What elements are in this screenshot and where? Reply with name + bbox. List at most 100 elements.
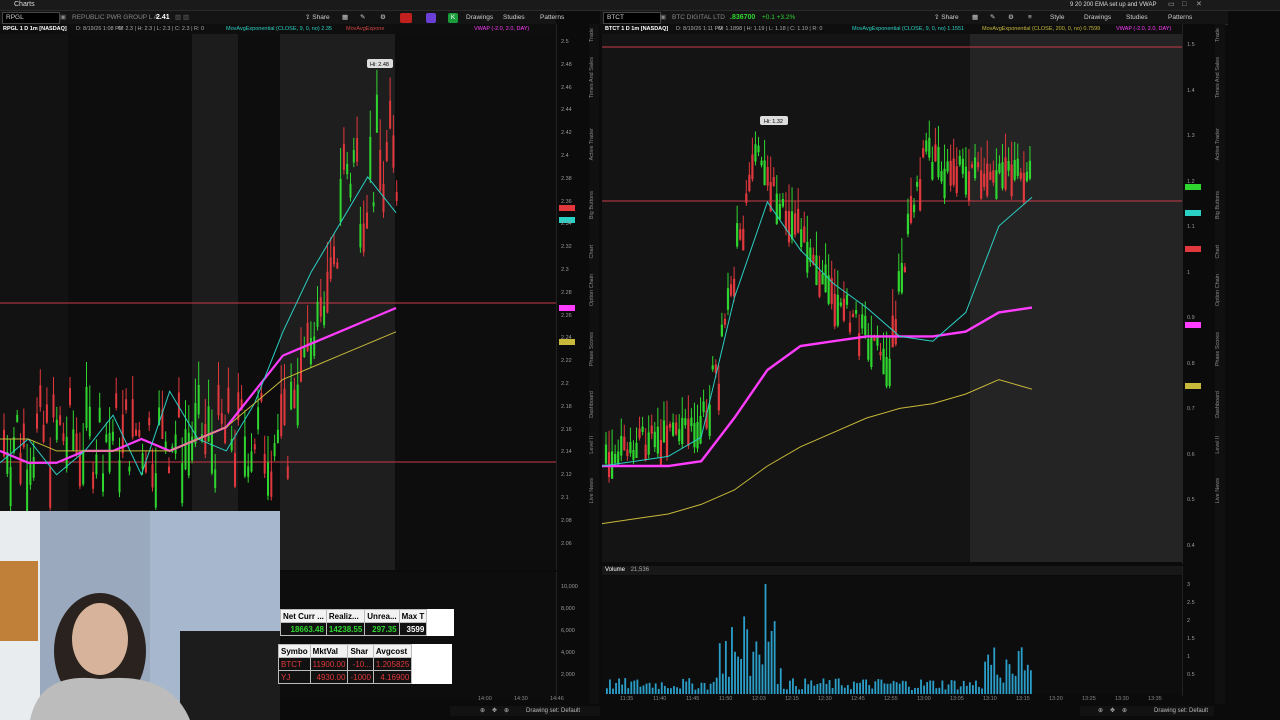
candle-body (375, 94, 378, 133)
side-tab[interactable]: Dashboard (589, 391, 599, 418)
right-symbol-input[interactable]: BTCT (603, 12, 661, 24)
side-tab[interactable]: Dashboard (1215, 391, 1225, 418)
side-tab[interactable]: Option Chain (589, 274, 599, 306)
left-depth-icon: ▥ ▥ (175, 14, 190, 21)
webcam-overlay (0, 511, 280, 720)
side-tab[interactable]: Level II (589, 436, 599, 454)
volume-bar (633, 680, 636, 694)
candle-body (952, 158, 955, 185)
candle-body (270, 471, 273, 497)
right-share-button[interactable]: ⇪ Share (934, 11, 959, 24)
left-symbol-input[interactable]: RPGL (2, 12, 60, 24)
side-tab[interactable]: Times And Sales (589, 57, 599, 98)
side-tab[interactable]: Chart (1215, 245, 1225, 258)
right-drawings-button[interactable]: Drawings (1084, 11, 1111, 24)
candle-body (26, 469, 29, 512)
right-style-button[interactable]: Style (1050, 11, 1064, 24)
side-tab[interactable]: Active Trader (589, 128, 599, 160)
price-tick-label: 2.1 (561, 495, 569, 501)
candle-body (748, 174, 751, 192)
price-tick-label: 2.18 (561, 403, 572, 410)
pan-icon[interactable]: ✥ (1110, 706, 1115, 716)
candle-body (711, 365, 714, 370)
candle-body (864, 315, 867, 335)
candle-body (708, 404, 711, 436)
left-price-chart[interactable]: Hi: 2.48 (0, 34, 556, 570)
account-summary-table: Net Curr ... Realiz... Unrea... Max T 18663… (280, 609, 454, 636)
kick-icon[interactable]: K (448, 13, 458, 23)
candle-body (69, 388, 71, 406)
volume-bar (645, 683, 648, 694)
side-tab[interactable]: Big Buttons (589, 191, 599, 219)
table-cell: 18663.48 (280, 622, 327, 636)
right-bars-icon[interactable]: ≡ (1028, 11, 1032, 24)
right-pencil-icon[interactable]: ✎ (990, 11, 995, 24)
side-tab[interactable]: Phase Scores (589, 332, 599, 366)
volume-bar (917, 687, 919, 694)
candle-body (977, 162, 980, 168)
side-tab[interactable]: Live News (589, 478, 599, 503)
volume-bar (834, 678, 837, 694)
recording-icon[interactable] (400, 13, 412, 23)
left-patterns-button[interactable]: Patterns (540, 11, 564, 24)
left-pencil-icon[interactable]: ✎ (360, 11, 365, 24)
crosshair-icon[interactable]: ⊕ (1122, 706, 1127, 716)
left-share-button[interactable]: ⇪ Share (305, 11, 330, 24)
side-tab[interactable]: Times And Sales (1215, 57, 1225, 98)
candle-body (164, 441, 167, 449)
side-tab[interactable]: Chart (589, 245, 599, 258)
twitch-icon[interactable] (426, 13, 436, 23)
link-icon[interactable]: ▣ (60, 11, 66, 24)
left-drawings-button[interactable]: Drawings (466, 11, 493, 24)
side-tab[interactable]: Trade (589, 28, 599, 42)
side-tab[interactable]: Big Buttons (1215, 191, 1225, 219)
right-price-axis[interactable]: 1.5 1.4 1.3 1.2 1.1 1 0.9 0.8 0.7 0.6 0.5 0.4 (1182, 24, 1215, 564)
side-tab[interactable]: Active Trader (1215, 128, 1225, 160)
side-tab[interactable]: Option Chain (1215, 274, 1225, 306)
zoom-icon[interactable]: ⊕ (480, 706, 485, 716)
pan-icon[interactable]: ✥ (492, 706, 497, 716)
side-tab[interactable]: Phase Scores (1215, 332, 1225, 366)
table-cell: 3599 (398, 622, 428, 636)
volume-bar (895, 682, 898, 694)
volume-bar (792, 678, 794, 694)
volume-bar (654, 683, 657, 694)
candle-body (207, 406, 210, 442)
time-tick-label: 13:00 (917, 696, 931, 702)
price-tick-label: 2.32 (561, 244, 572, 251)
close-icon[interactable]: ✕ (1196, 0, 1202, 10)
right-drawing-tool-icon[interactable]: ▦ (972, 11, 978, 24)
side-tab[interactable]: Trade (1215, 28, 1225, 42)
volume-bar (938, 687, 941, 694)
right-patterns-button[interactable]: Patterns (1168, 11, 1192, 24)
right-settings-icon[interactable]: ⚙ (1008, 11, 1014, 24)
time-tick-label: 12:15 (785, 696, 799, 702)
maximize-icon[interactable]: □ (1182, 0, 1186, 10)
left-study-vwap: VWAP (-2.0, 2.0, DAY) (474, 26, 530, 32)
candle-body (59, 415, 62, 425)
link-icon[interactable]: ▣ (660, 11, 666, 24)
candle-body (36, 413, 38, 429)
candle-body (300, 349, 302, 382)
left-studies-button[interactable]: Studies (503, 11, 525, 24)
side-tab[interactable]: Level II (1215, 436, 1225, 454)
candle-body (675, 422, 678, 435)
left-drawing-tool-icon[interactable]: ▦ (342, 11, 348, 24)
price-tick-label: 2.36 (561, 198, 572, 205)
table-cell: -10... (347, 657, 374, 671)
table-row[interactable]: BTCT 11900.00 -10... 1.205825 (278, 657, 413, 671)
volume-bar (731, 627, 733, 694)
zoom-icon[interactable]: ⊕ (1098, 706, 1103, 716)
minimize-icon[interactable]: ▭ (1168, 0, 1175, 10)
right-price-chart[interactable]: Hi: 1.32 (602, 34, 1182, 562)
left-settings-icon[interactable]: ⚙ (380, 11, 386, 24)
table-row[interactable]: YJ 4930.00 -1000 4.16900 (278, 670, 413, 684)
right-studies-button[interactable]: Studies (1126, 11, 1148, 24)
volume-bar (831, 688, 834, 694)
candle-body (174, 434, 177, 454)
crosshair-icon[interactable]: ⊕ (504, 706, 509, 716)
left-price-axis[interactable]: 2.5 2.48 2.46 2.44 2.42 2.4 2.38 2.36 2.34 2.32 2.… (556, 24, 589, 570)
candle-body (699, 415, 702, 444)
side-tab[interactable]: Live News (1215, 478, 1225, 503)
volume-bar (843, 687, 846, 694)
